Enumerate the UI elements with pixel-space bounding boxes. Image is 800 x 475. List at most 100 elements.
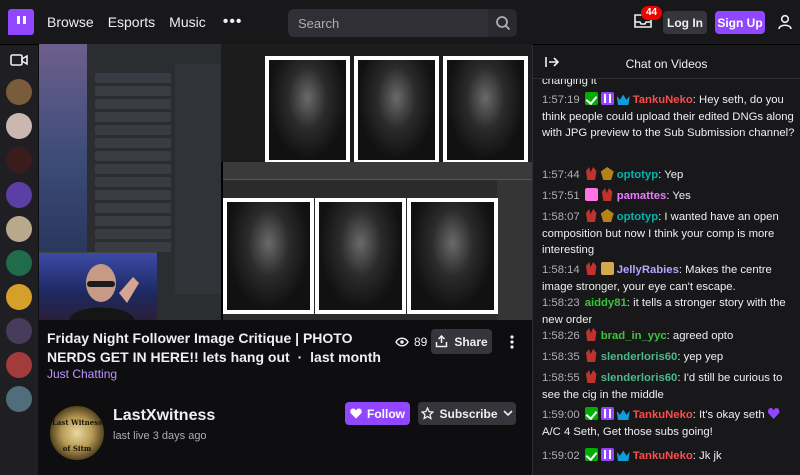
chat-message: 1:57:44 optotyp: Yep [542, 167, 684, 181]
more-menu-icon[interactable]: ••• [223, 13, 243, 31]
subscribe-label: Subscribe [439, 406, 498, 421]
share-icon [436, 335, 448, 348]
chat-timestamp: 1:58:35 [542, 351, 580, 363]
chevron-down-icon [502, 410, 513, 417]
followed-channel-avatar[interactable] [6, 284, 32, 310]
chat-username[interactable]: TankuNeko [633, 409, 693, 421]
sub-badge-icon[interactable] [600, 448, 614, 461]
heart-badge-icon[interactable] [584, 188, 598, 201]
view-count: 89 [395, 335, 427, 349]
channel-name[interactable]: LastXwitness [113, 407, 215, 425]
search-bar [288, 9, 517, 37]
chat-username[interactable]: slenderloris60 [601, 372, 678, 384]
horn-badge-icon[interactable] [586, 370, 597, 383]
chat-text: Yes [672, 190, 691, 202]
nav-esports[interactable]: Esports [108, 14, 155, 30]
followed-channel-avatar[interactable] [6, 182, 32, 208]
followed-channel-avatar[interactable] [6, 250, 32, 276]
share-button[interactable]: Share [431, 329, 492, 354]
nav-music[interactable]: Music [169, 14, 206, 30]
video-age: last month [310, 349, 381, 365]
follow-button[interactable]: Follow [345, 402, 410, 425]
chat-text: It's okay seth [699, 409, 765, 421]
user-icon[interactable] [777, 14, 793, 30]
video-title-text: Friday Night Follower Image Critique | P… [47, 330, 353, 365]
mod-badge-icon[interactable] [584, 92, 598, 105]
chat-timestamp: 1:58:07 [542, 211, 580, 223]
chat-timestamp: 1:58:26 [542, 330, 580, 342]
subscribe-button[interactable]: Subscribe [418, 402, 516, 425]
followed-channel-avatar[interactable] [6, 352, 32, 378]
sub-badge-icon[interactable] [600, 92, 614, 105]
chat-message: 1:58:14 JellyRabies: Makes the centre ima… [542, 262, 772, 293]
chat-timestamp: 1:57:51 [542, 190, 580, 202]
avatar-text-top: Last Witness [51, 418, 103, 427]
chat-message: 1:58:07 optotyp: I wanted have an open co… [542, 209, 779, 257]
followed-channel-avatar[interactable] [6, 113, 32, 139]
bits-badge-icon[interactable] [600, 209, 614, 222]
chat-message: 1:58:35 slenderloris60: yep yep [542, 349, 724, 363]
chat-timestamp: 1:58:23 [542, 297, 580, 309]
star-icon [421, 407, 435, 420]
horn-badge-icon[interactable] [586, 209, 597, 222]
heart-icon [350, 408, 362, 419]
prime-badge-icon[interactable] [616, 94, 630, 105]
chat-username[interactable]: pamattes [617, 190, 667, 202]
horn-badge-icon[interactable] [586, 349, 597, 362]
mod-badge-icon[interactable] [584, 407, 598, 420]
more-options-icon[interactable] [508, 334, 516, 350]
chat-text: changing it [542, 79, 597, 87]
chat-text: Jk jk [699, 450, 722, 462]
chat-timestamp: 1:58:55 [542, 372, 580, 384]
gift-badge-icon[interactable] [600, 262, 614, 275]
video-player[interactable] [39, 44, 533, 320]
chat-username[interactable]: brad_in_yyc [601, 330, 667, 342]
nav-browse[interactable]: Browse [47, 14, 94, 30]
category-link[interactable]: Just Chatting [47, 367, 117, 381]
channel-last-live: last live 3 days ago [113, 430, 207, 442]
chat-messages: changing it 1:57:19 TankuNeko: Hey seth, d… [533, 79, 800, 475]
chat-username[interactable]: aiddy81 [585, 297, 627, 309]
heart-emote-icon[interactable] [767, 408, 780, 419]
followed-channel-avatar[interactable] [6, 216, 32, 242]
channel-avatar[interactable]: Last Witness of Sitm [48, 404, 106, 462]
chat-username[interactable]: optotyp [617, 169, 658, 181]
followed-channel-avatar[interactable] [6, 386, 32, 412]
followed-channel-avatar[interactable] [6, 79, 32, 105]
followed-channels-camera-icon[interactable] [10, 53, 28, 67]
chat-text: Yep [664, 169, 684, 181]
search-button[interactable] [488, 9, 517, 37]
chat-username[interactable]: TankuNeko [633, 450, 693, 462]
horn-badge-icon[interactable] [586, 262, 597, 275]
eye-icon [395, 337, 409, 347]
chat-username[interactable]: TankuNeko [633, 94, 693, 106]
horn-badge-icon[interactable] [602, 188, 613, 201]
chat-username[interactable]: optotyp [617, 211, 658, 223]
avatar-text-bottom: of Sitm [62, 444, 92, 453]
bits-badge-icon[interactable] [600, 167, 614, 180]
mod-badge-icon[interactable] [584, 448, 598, 461]
twitch-logo[interactable] [8, 9, 34, 35]
streamer-webcam [39, 252, 157, 320]
chat-panel: Chat on Videos changing it 1:57:19 TankuNe… [532, 45, 800, 475]
horn-badge-icon[interactable] [586, 167, 597, 180]
followed-channel-avatar[interactable] [6, 318, 32, 344]
signup-button[interactable]: Sign Up [715, 11, 765, 34]
video-title: Friday Night Follower Image Critique | P… [47, 329, 392, 367]
followed-channel-avatar[interactable] [6, 147, 32, 173]
side-rail [0, 45, 38, 475]
horn-badge-icon[interactable] [586, 328, 597, 341]
chat-message: 1:58:23 aiddy81: it tells a stronger stor… [542, 297, 786, 326]
sub-badge-icon[interactable] [600, 407, 614, 420]
chat-message: 1:59:00 TankuNeko: It's okay sethA/C 4 Se… [542, 407, 797, 440]
search-icon [495, 16, 510, 31]
chat-title: Chat on Videos [625, 57, 708, 71]
inbox-count-badge: 44 [641, 6, 663, 20]
chat-username[interactable]: slenderloris60 [601, 351, 678, 363]
login-button[interactable]: Log In [663, 11, 707, 34]
chat-timestamp: 1:59:00 [542, 409, 580, 421]
chat-username[interactable]: JellyRabies [617, 264, 679, 276]
prime-badge-icon[interactable] [616, 409, 630, 420]
prime-badge-icon[interactable] [616, 450, 630, 461]
search-input[interactable] [288, 9, 488, 37]
